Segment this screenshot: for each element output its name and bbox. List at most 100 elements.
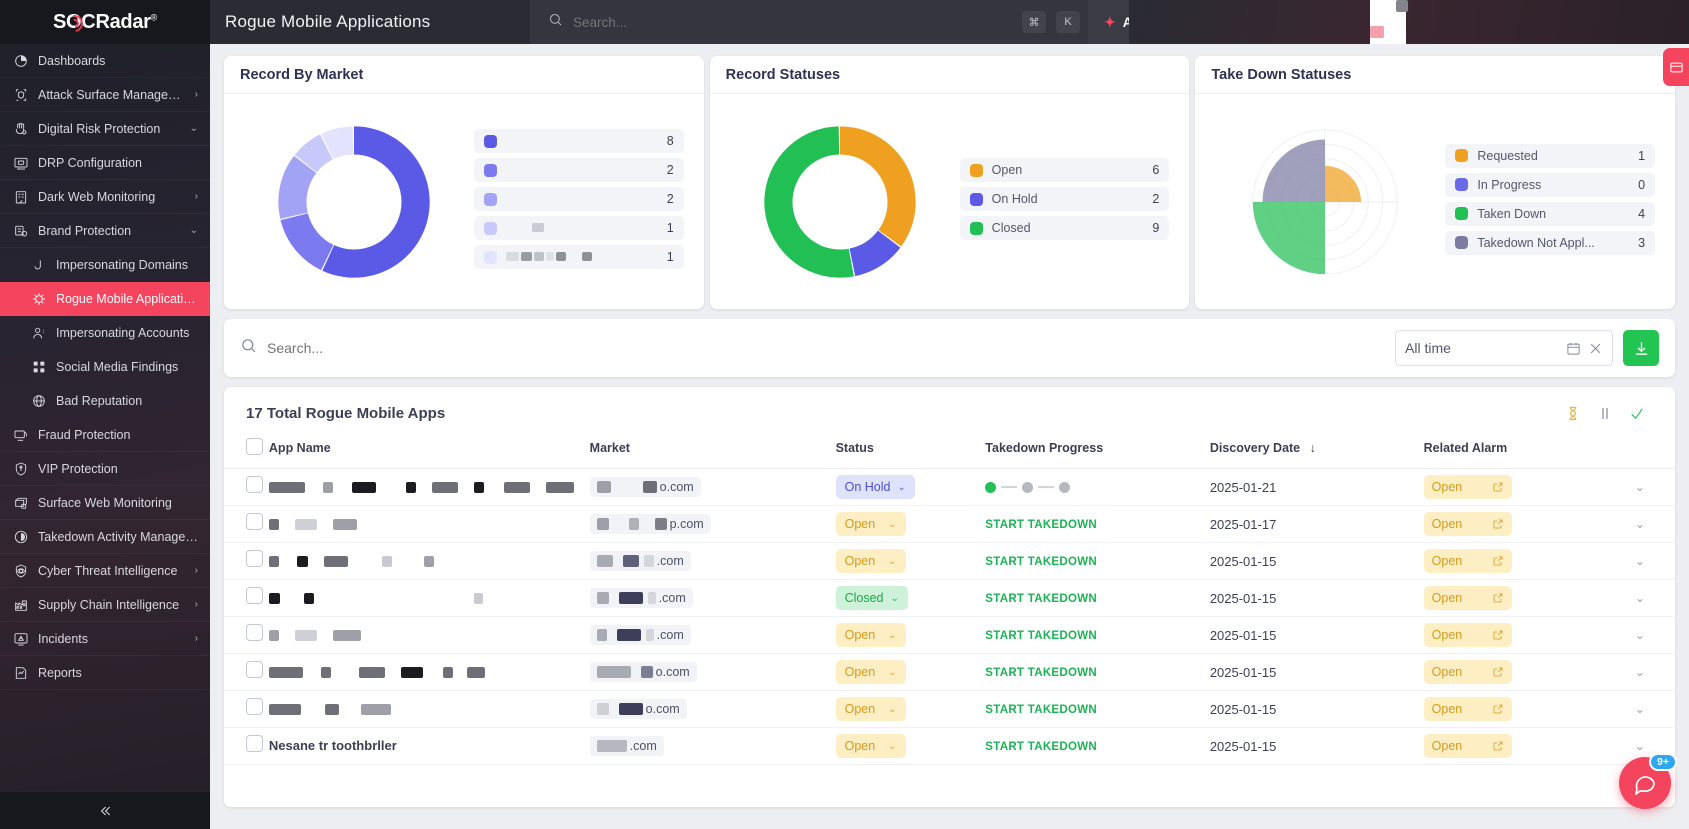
- table-row[interactable]: o.com On Hold ⌄ 2025-01-21 Open ⌄: [224, 468, 1675, 506]
- status-dropdown[interactable]: Open ⌄: [835, 734, 906, 758]
- start-takedown-button[interactable]: START TAKEDOWN: [985, 667, 1097, 679]
- legend-item[interactable]: Closed 9: [959, 216, 1170, 240]
- market-value[interactable]: .com: [589, 550, 691, 571]
- expand-row-button[interactable]: ⌄: [1635, 480, 1645, 494]
- row-checkbox[interactable]: [246, 698, 263, 715]
- row-checkbox[interactable]: [246, 624, 263, 641]
- search-input[interactable]: [573, 14, 1012, 30]
- column-discovery-date[interactable]: Discovery Date ↓: [1209, 428, 1424, 469]
- download-button[interactable]: [1623, 330, 1659, 366]
- calendar-icon[interactable]: [1566, 341, 1581, 356]
- column-status[interactable]: Status: [835, 428, 986, 469]
- start-takedown-button[interactable]: START TAKEDOWN: [985, 556, 1097, 568]
- chevron-icon[interactable]: ›: [195, 565, 198, 576]
- sidebar-item-impersonating-domains[interactable]: Impersonating Domains: [0, 248, 210, 282]
- status-dropdown[interactable]: Open ⌄: [835, 697, 906, 721]
- expand-row-button[interactable]: ⌄: [1635, 554, 1645, 568]
- market-value[interactable]: o.com: [589, 476, 701, 497]
- pause-icon[interactable]: [1597, 405, 1613, 422]
- related-alarm-link[interactable]: Open: [1423, 475, 1512, 499]
- status-dropdown[interactable]: Open ⌄: [835, 660, 906, 684]
- status-dropdown[interactable]: Open ⌄: [835, 549, 906, 573]
- chevron-icon[interactable]: ›: [195, 633, 198, 644]
- hourglass-icon[interactable]: [1565, 405, 1581, 422]
- row-checkbox[interactable]: [246, 513, 263, 530]
- related-alarm-link[interactable]: Open: [1423, 734, 1512, 758]
- legend-item[interactable]: On Hold 2: [959, 187, 1170, 211]
- select-all-checkbox[interactable]: [246, 438, 263, 455]
- legend-item[interactable]: In Progress 0: [1445, 172, 1656, 197]
- sidebar-item-dark-web-monitoring[interactable]: Dark Web Monitoring ›: [0, 180, 210, 214]
- market-value[interactable]: .com: [589, 735, 664, 756]
- chevron-icon[interactable]: ›: [195, 89, 198, 100]
- start-takedown-button[interactable]: START TAKEDOWN: [985, 741, 1097, 753]
- related-alarm-link[interactable]: Open: [1423, 512, 1512, 536]
- sidebar-item-rogue-mobile-applications[interactable]: Rogue Mobile Applications: [0, 282, 210, 316]
- table-row[interactable]: o.com Open ⌄ START TAKEDOWN 2025-01-15 Open ⌄: [224, 653, 1675, 691]
- related-alarm-link[interactable]: Open: [1423, 586, 1512, 610]
- legend-item[interactable]: 1: [474, 245, 684, 269]
- sidebar-item-incidents[interactable]: Incidents ›: [0, 622, 210, 656]
- sidebar-collapse-button[interactable]: [0, 791, 210, 829]
- related-alarm-link[interactable]: Open: [1423, 660, 1512, 684]
- expand-row-button[interactable]: ⌄: [1635, 591, 1645, 605]
- sidebar-item-drp-configuration[interactable]: DRP Configuration: [0, 146, 210, 180]
- status-dropdown[interactable]: Open ⌄: [835, 623, 906, 647]
- row-checkbox[interactable]: [246, 735, 263, 752]
- row-checkbox[interactable]: [246, 661, 263, 678]
- start-takedown-button[interactable]: START TAKEDOWN: [985, 630, 1097, 642]
- table-row[interactable]: .com Closed ⌄ START TAKEDOWN 2025-01-15 Open ⌄: [224, 579, 1675, 617]
- legend-item[interactable]: Requested 1: [1445, 143, 1656, 168]
- expand-row-button[interactable]: ⌄: [1635, 517, 1645, 531]
- market-value[interactable]: p.com: [589, 513, 711, 534]
- legend-item[interactable]: Taken Down 4: [1445, 201, 1656, 226]
- market-value[interactable]: .com: [589, 587, 693, 608]
- expand-row-button[interactable]: ⌄: [1635, 702, 1645, 716]
- chevron-icon[interactable]: ›: [195, 599, 198, 610]
- sidebar-item-bad-reputation[interactable]: Bad Reputation: [0, 384, 210, 418]
- column-takedown-progress[interactable]: Takedown Progress: [985, 428, 1210, 469]
- table-search-input[interactable]: [267, 340, 1385, 356]
- column-market[interactable]: Market: [589, 428, 836, 469]
- date-range-picker[interactable]: All time: [1395, 330, 1613, 366]
- ai-button[interactable]: ✦ AI: [1088, 0, 1153, 44]
- related-alarm-link[interactable]: Open: [1423, 697, 1512, 721]
- chevron-icon[interactable]: ⌄: [190, 225, 198, 236]
- expand-row-button[interactable]: ⌄: [1635, 739, 1645, 753]
- status-dropdown[interactable]: Open ⌄: [835, 512, 906, 536]
- legend-item[interactable]: 2: [474, 158, 684, 182]
- legend-item[interactable]: 1: [474, 216, 684, 240]
- chevron-icon[interactable]: ⌄: [190, 123, 198, 134]
- sidebar-item-cyber-threat-intelligence[interactable]: Cyber Threat Intelligence ›: [0, 554, 210, 588]
- table-row[interactable]: p.com Open ⌄ START TAKEDOWN 2025-01-17 Open ⌄: [224, 505, 1675, 543]
- global-search[interactable]: ⌘ K: [530, 0, 1088, 44]
- legend-item[interactable]: 2: [474, 187, 684, 211]
- related-alarm-link[interactable]: Open: [1423, 549, 1512, 573]
- table-row[interactable]: Nesane tr toothbrller .com Open ⌄ START TAKE…: [224, 727, 1675, 765]
- expand-row-button[interactable]: ⌄: [1635, 665, 1645, 679]
- sidebar-item-digital-risk-protection[interactable]: Digital Risk Protection ⌄: [0, 112, 210, 146]
- status-dropdown[interactable]: Closed ⌄: [835, 586, 908, 610]
- close-icon[interactable]: [1588, 341, 1603, 356]
- legend-item[interactable]: Takedown Not Appl... 3: [1445, 230, 1656, 255]
- sort-arrow-icon[interactable]: ↓: [1310, 441, 1316, 455]
- column-related-alarm[interactable]: Related Alarm: [1423, 428, 1611, 469]
- sidebar-item-social-media-findings[interactable]: Social Media Findings: [0, 350, 210, 384]
- chevron-icon[interactable]: ›: [195, 191, 198, 202]
- row-checkbox[interactable]: [246, 476, 263, 493]
- market-value[interactable]: o.com: [589, 661, 697, 682]
- sidebar-item-dashboards[interactable]: Dashboards: [0, 44, 210, 78]
- status-dropdown[interactable]: On Hold ⌄: [835, 475, 915, 499]
- column-app-name[interactable]: App Name: [268, 428, 590, 469]
- start-takedown-button[interactable]: START TAKEDOWN: [985, 704, 1097, 716]
- table-row[interactable]: .com Open ⌄ START TAKEDOWN 2025-01-15 Open ⌄: [224, 542, 1675, 580]
- sidebar-item-reports[interactable]: Reports: [0, 656, 210, 690]
- row-checkbox[interactable]: [246, 550, 263, 567]
- legend-item[interactable]: Open 6: [959, 158, 1170, 182]
- sidebar-item-vip-protection[interactable]: VIP Protection: [0, 452, 210, 486]
- sidebar-item-brand-protection[interactable]: Brand Protection ⌄: [0, 214, 210, 248]
- related-alarm-link[interactable]: Open: [1423, 623, 1512, 647]
- legend-item[interactable]: 8: [474, 129, 684, 153]
- sidebar-item-supply-chain-intelligence[interactable]: Supply Chain Intelligence ›: [0, 588, 210, 622]
- market-value[interactable]: .com: [589, 624, 691, 645]
